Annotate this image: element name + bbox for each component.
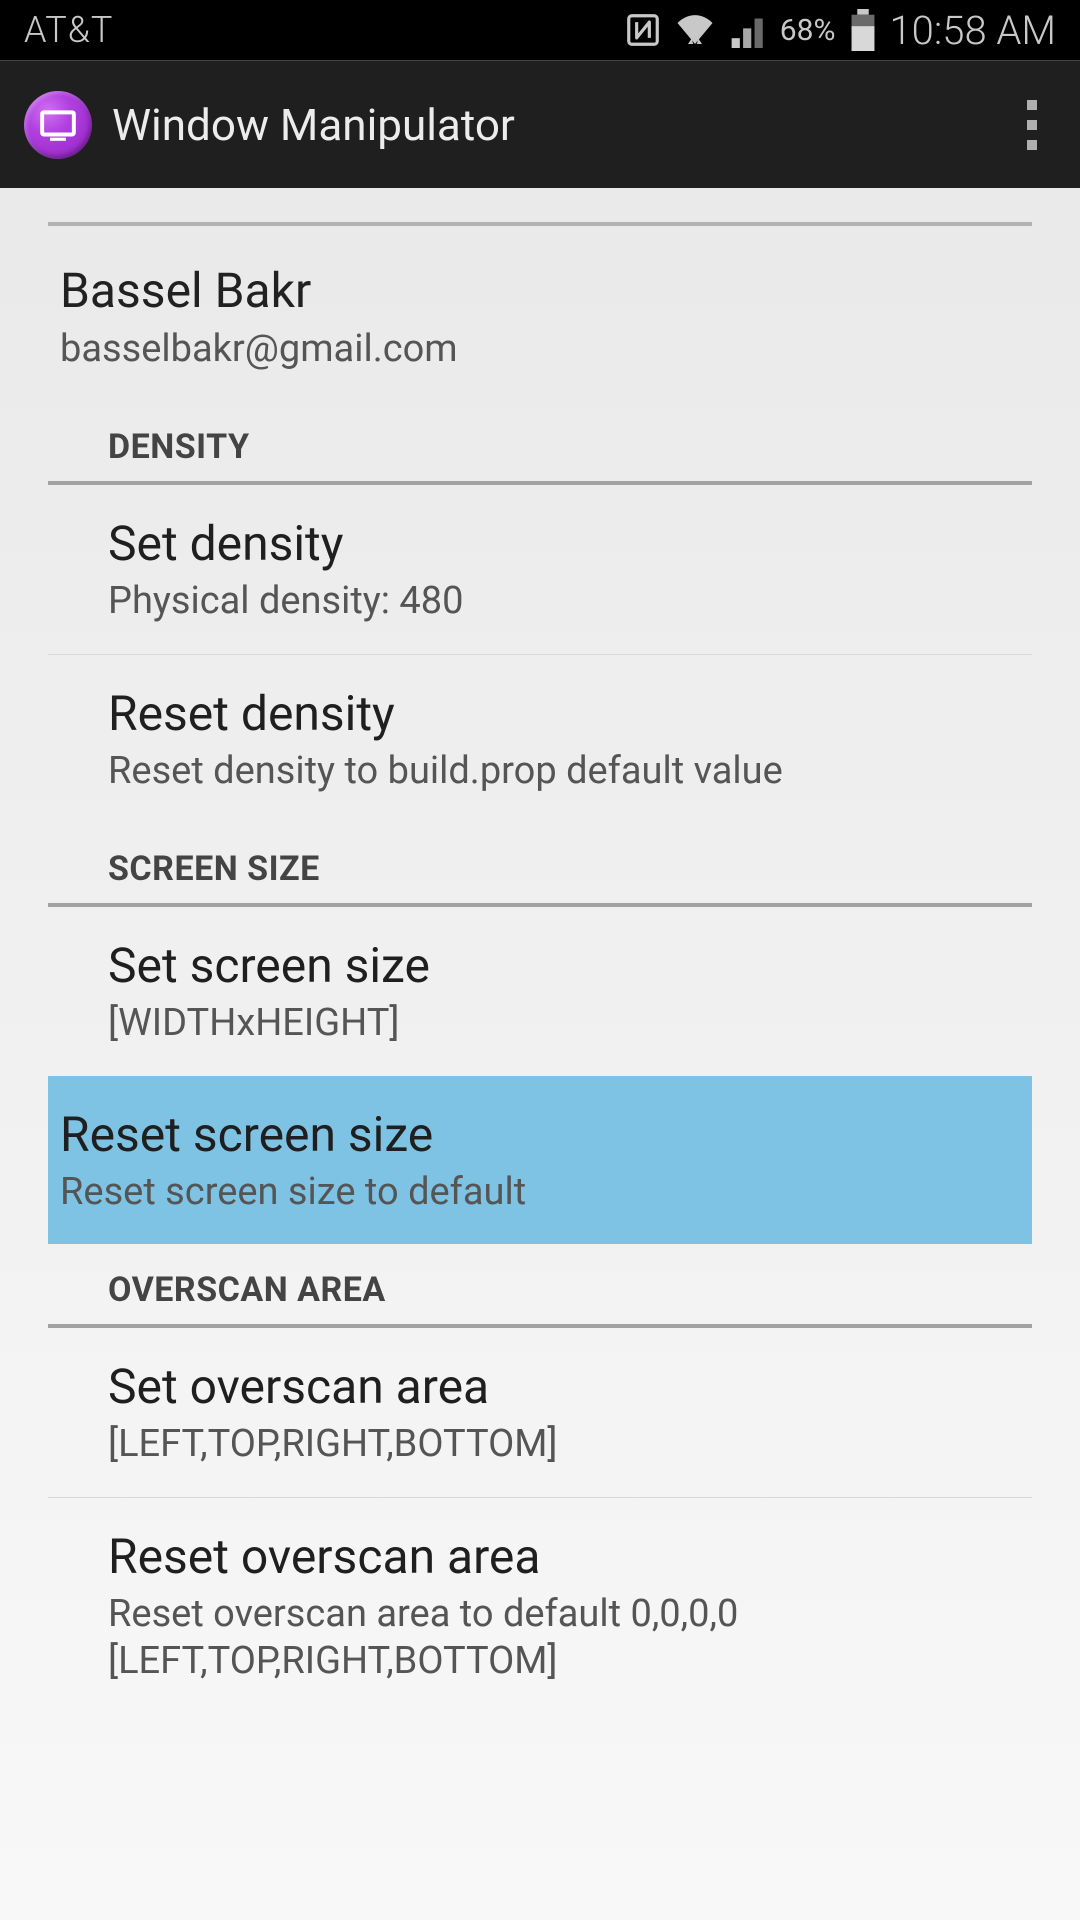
app-title: Window Manipulator bbox=[112, 99, 1008, 151]
setting-title: Set density bbox=[108, 515, 972, 572]
set-overscan-item[interactable]: Set overscan area [LEFT,TOP,RIGHT,BOTTOM… bbox=[48, 1328, 1032, 1498]
setting-subtitle: Reset screen size to default bbox=[60, 1169, 1020, 1217]
author-email: basselbakr@gmail.com bbox=[60, 327, 1020, 371]
overflow-dot-icon bbox=[1027, 120, 1037, 130]
carrier-label: AT&T bbox=[24, 9, 113, 51]
author-name: Bassel Bakr bbox=[60, 262, 1020, 319]
status-bar: AT&T 68% 10:58 AM bbox=[0, 0, 1080, 60]
setting-title: Reset overscan area bbox=[108, 1528, 972, 1585]
section-header-overscan: OVERSCAN AREA bbox=[48, 1244, 1032, 1328]
section-header-density: DENSITY bbox=[48, 401, 1032, 485]
reset-density-item[interactable]: Reset density Reset density to build.pro… bbox=[48, 655, 1032, 824]
setting-subtitle: Reset density to build.prop default valu… bbox=[108, 748, 972, 796]
status-right-group: 68% 10:58 AM bbox=[624, 7, 1056, 54]
set-screen-size-item[interactable]: Set screen size [WIDTHxHEIGHT] bbox=[48, 907, 1032, 1076]
setting-subtitle: [WIDTHxHEIGHT] bbox=[108, 1000, 972, 1048]
setting-title: Reset density bbox=[108, 685, 972, 742]
wifi-icon bbox=[674, 11, 716, 49]
overflow-dot-icon bbox=[1027, 140, 1037, 150]
nfc-icon bbox=[624, 11, 662, 49]
battery-percent: 68% bbox=[780, 13, 836, 48]
section-header-screen-size: SCREEN SIZE bbox=[48, 823, 1032, 907]
signal-icon bbox=[728, 12, 768, 48]
setting-subtitle: Reset overscan area to default 0,0,0,0 [… bbox=[108, 1591, 972, 1686]
battery-icon bbox=[849, 9, 877, 51]
app-icon bbox=[24, 91, 92, 159]
set-density-item[interactable]: Set density Physical density: 480 bbox=[48, 485, 1032, 655]
reset-screen-size-item[interactable]: Reset screen size Reset screen size to d… bbox=[48, 1076, 1032, 1245]
settings-list: Bassel Bakr basselbakr@gmail.com DENSITY… bbox=[0, 222, 1080, 1714]
clock: 10:58 AM bbox=[889, 7, 1056, 54]
author-item[interactable]: Bassel Bakr basselbakr@gmail.com bbox=[0, 226, 1080, 401]
setting-subtitle: [LEFT,TOP,RIGHT,BOTTOM] bbox=[108, 1421, 972, 1469]
overflow-menu-button[interactable] bbox=[1008, 85, 1056, 165]
overflow-dot-icon bbox=[1027, 100, 1037, 110]
setting-subtitle: Physical density: 480 bbox=[108, 578, 972, 626]
reset-overscan-item[interactable]: Reset overscan area Reset overscan area … bbox=[48, 1498, 1032, 1714]
setting-title: Set screen size bbox=[108, 937, 972, 994]
setting-title: Reset screen size bbox=[60, 1106, 1020, 1163]
setting-title: Set overscan area bbox=[108, 1358, 972, 1415]
app-bar: Window Manipulator bbox=[0, 60, 1080, 188]
